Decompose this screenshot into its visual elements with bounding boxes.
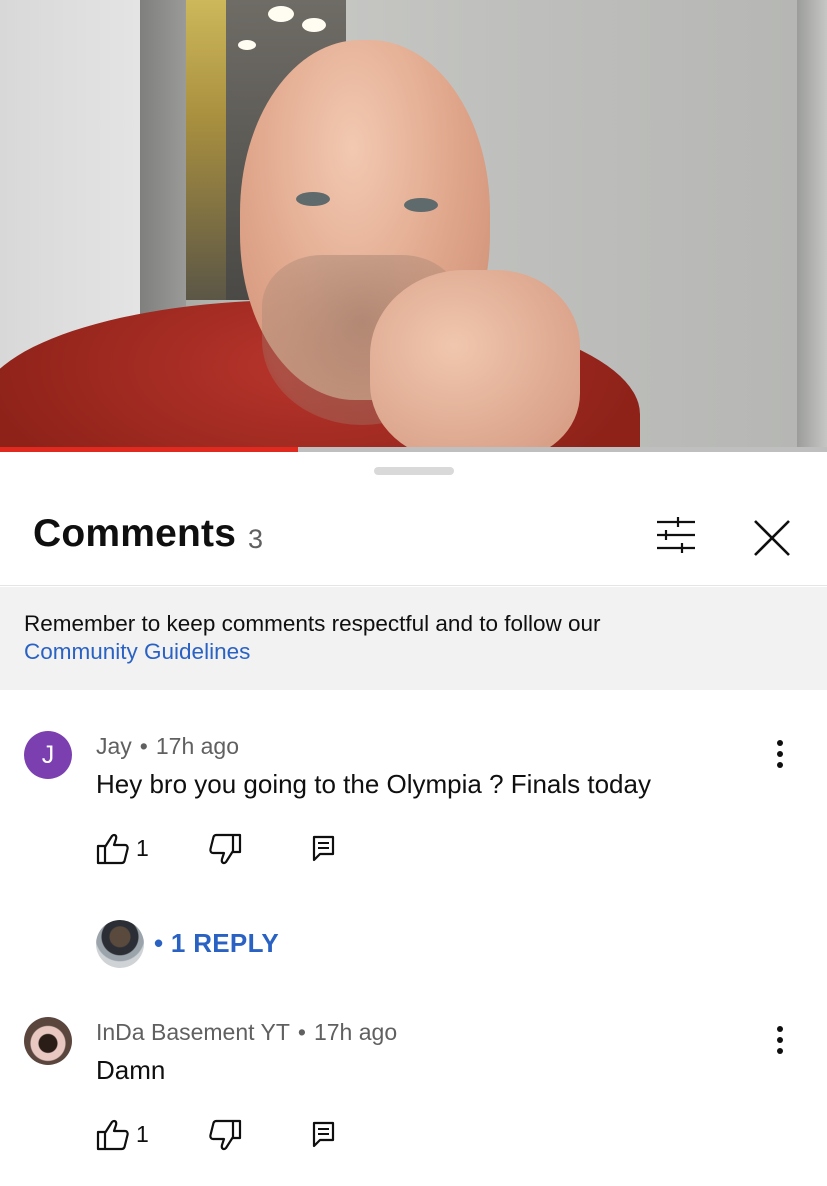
drag-handle[interactable] bbox=[374, 467, 454, 475]
community-guidelines-link[interactable]: Community Guidelines bbox=[24, 638, 803, 666]
comment-text: Damn bbox=[96, 1055, 166, 1085]
comment-time: 17h ago bbox=[313, 1019, 398, 1045]
comments-header: Comments 3 bbox=[0, 502, 827, 586]
community-notice: Remember to keep comments respectful and… bbox=[0, 587, 827, 690]
like-count: 1 bbox=[136, 1121, 149, 1147]
like-count: 1 bbox=[136, 835, 149, 861]
comments-sheet: Comments 3 Remember to keep comments res… bbox=[0, 452, 827, 1186]
more-vertical-icon[interactable] bbox=[766, 1024, 794, 1058]
comment-author[interactable]: Jay bbox=[96, 733, 132, 759]
avatar bbox=[96, 920, 144, 968]
video-subject bbox=[296, 192, 330, 206]
video-background bbox=[797, 0, 827, 452]
comment-actions: 1 bbox=[96, 833, 356, 865]
close-icon[interactable] bbox=[750, 516, 794, 560]
comment-time: 17h ago bbox=[155, 733, 239, 759]
replies-label: • 1 REPLY bbox=[154, 928, 280, 958]
thumbs-down-icon[interactable] bbox=[208, 1119, 242, 1151]
meta-separator: • bbox=[139, 733, 148, 759]
sliders-icon[interactable] bbox=[654, 516, 698, 556]
video-subject bbox=[404, 198, 438, 212]
comment-text: Hey bro you going to the Olympia ? Final… bbox=[96, 769, 651, 799]
comment-author[interactable]: InDa Basement YT bbox=[96, 1019, 290, 1045]
thumbs-up-icon[interactable] bbox=[96, 1119, 130, 1151]
comments-title: Comments bbox=[33, 512, 237, 555]
video-background bbox=[186, 0, 226, 300]
comments-count: 3 bbox=[248, 524, 264, 554]
view-replies-button[interactable]: • 1 REPLY bbox=[96, 920, 316, 968]
comment-meta: InDa Basement YT • 17h ago bbox=[96, 1019, 397, 1046]
meta-separator: • bbox=[297, 1019, 306, 1045]
avatar[interactable]: J bbox=[24, 731, 72, 779]
video-player[interactable] bbox=[0, 0, 827, 452]
comment-actions: 1 bbox=[96, 1119, 356, 1151]
video-subject bbox=[370, 270, 580, 452]
comment-icon[interactable] bbox=[312, 1121, 336, 1149]
thumbs-up-icon[interactable] bbox=[96, 833, 130, 865]
comment-icon[interactable] bbox=[312, 835, 336, 863]
video-background bbox=[238, 40, 256, 50]
notice-text: Remember to keep comments respectful and… bbox=[24, 611, 601, 636]
comment-meta: Jay • 17h ago bbox=[96, 733, 239, 760]
avatar[interactable] bbox=[24, 1017, 72, 1065]
thumbs-down-icon[interactable] bbox=[208, 833, 242, 865]
video-background bbox=[302, 18, 326, 32]
more-vertical-icon[interactable] bbox=[766, 738, 794, 772]
video-background bbox=[268, 6, 294, 22]
